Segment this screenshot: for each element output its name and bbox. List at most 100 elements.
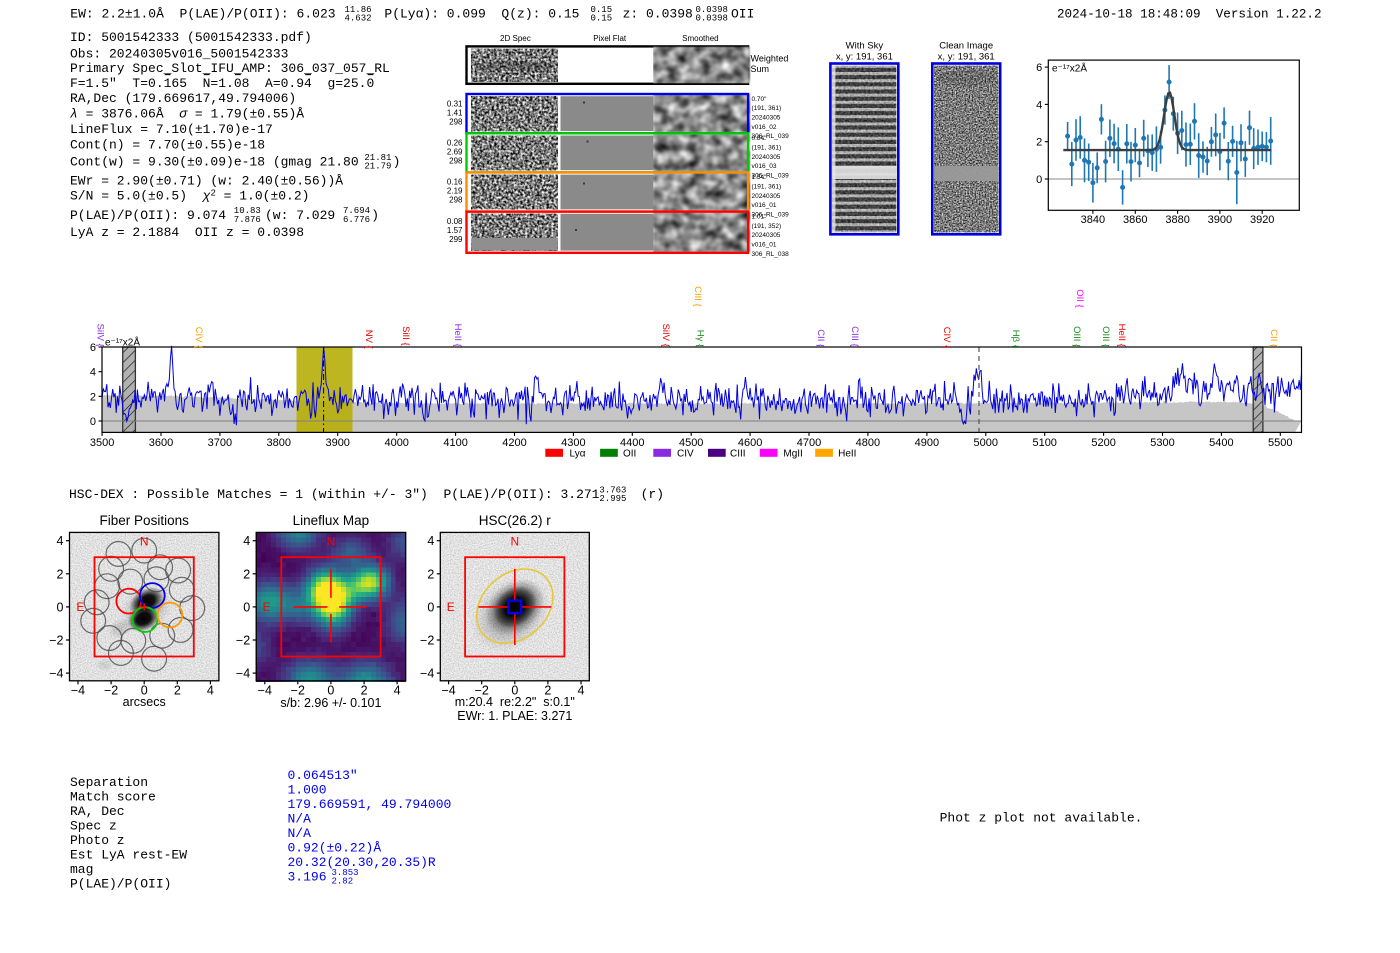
svg-text:Separation: Separation xyxy=(70,775,148,790)
svg-text:P(Lyα): 0.099 Q(z): 0.15: P(Lyα): 0.099 Q(z): 0.15 xyxy=(384,7,579,22)
svg-text:4900: 4900 xyxy=(915,437,939,449)
svg-text:SiIV {: SiIV { xyxy=(660,324,671,347)
svg-text:CIV {: CIV { xyxy=(941,327,952,349)
svg-text:4600: 4600 xyxy=(738,437,762,449)
svg-text:2: 2 xyxy=(57,567,64,581)
svg-text:0: 0 xyxy=(243,600,250,614)
svg-text:4100: 4100 xyxy=(443,437,467,449)
svg-text:EWr: 1. PLAE: 3.271: EWr: 1. PLAE: 3.271 xyxy=(457,709,572,723)
svg-text:0: 0 xyxy=(1036,174,1042,186)
svg-text:4: 4 xyxy=(578,683,585,697)
svg-text:5200: 5200 xyxy=(1091,437,1115,449)
svg-text:−2: −2 xyxy=(104,683,118,697)
svg-text:−4: −4 xyxy=(49,667,63,681)
svg-text:7.876: 7.876 xyxy=(234,215,261,225)
svg-text:v016_01: v016_01 xyxy=(752,241,777,248)
svg-text:0: 0 xyxy=(57,600,64,614)
svg-text:298: 298 xyxy=(449,196,463,205)
svg-text:OII: OII xyxy=(623,449,636,460)
svg-text:2.69: 2.69 xyxy=(447,148,463,157)
svg-text:N/A: N/A xyxy=(288,812,312,827)
svg-text:z: 0.0398: z: 0.0398 xyxy=(623,7,693,22)
svg-text:x, y: 191, 361: x, y: 191, 361 xyxy=(836,52,893,63)
svg-text:−4: −4 xyxy=(71,683,85,697)
svg-text:Lineflux Map: Lineflux Map xyxy=(293,513,370,528)
svg-text:0.16: 0.16 xyxy=(447,178,463,187)
svg-text:4.632: 4.632 xyxy=(345,14,372,24)
svg-text:Smoothed: Smoothed xyxy=(682,34,718,43)
svg-text:3900: 3900 xyxy=(1208,214,1232,226)
svg-text:2: 2 xyxy=(427,567,434,581)
svg-text:0.84": 0.84" xyxy=(752,135,768,142)
svg-text:m:20.4 re:2.2" s:0.1": m:20.4 re:2.2" s:0.1" xyxy=(455,695,575,709)
svg-text:20240305: 20240305 xyxy=(752,193,781,200)
svg-text:Cont(w) = 9.30(±0.09)e-18 (gma: Cont(w) = 9.30(±0.09)e-18 (gmag 21.80 xyxy=(70,154,359,169)
svg-text:CII {: CII { xyxy=(1268,329,1279,347)
svg-text:20240305: 20240305 xyxy=(752,154,781,161)
svg-text:4200: 4200 xyxy=(502,437,526,449)
svg-text:0.15: 0.15 xyxy=(591,14,613,24)
svg-text:6: 6 xyxy=(1036,62,1042,74)
svg-text:ID: 5001542333 (5001542333.pdf: ID: 5001542333 (5001542333.pdf) xyxy=(70,30,312,45)
svg-text:5400: 5400 xyxy=(1209,437,1233,449)
svg-text:1.01": 1.01" xyxy=(752,213,768,220)
svg-text:3900: 3900 xyxy=(325,437,349,449)
svg-text:E: E xyxy=(76,600,84,614)
svg-text:NV {: NV { xyxy=(363,330,374,349)
svg-text:2.995: 2.995 xyxy=(599,494,626,504)
svg-text:3600: 3600 xyxy=(149,437,173,449)
svg-text:3700: 3700 xyxy=(208,437,232,449)
svg-text:MgII: MgII xyxy=(783,449,802,460)
svg-text:3920: 3920 xyxy=(1250,214,1274,226)
svg-text:OII: OII xyxy=(731,7,754,22)
svg-text:x, y: 191, 361: x, y: 191, 361 xyxy=(938,52,995,63)
svg-text:5300: 5300 xyxy=(1150,437,1174,449)
svg-text:λ = 3876.06Å σ = 1.79(±0.55)Å: λ = 3876.06Å σ = 1.79(±0.55)Å xyxy=(70,107,304,122)
svg-text:N: N xyxy=(510,535,519,549)
svg-text:Spec z: Spec z xyxy=(70,819,117,834)
svg-text:(191, 361): (191, 361) xyxy=(752,145,782,152)
svg-text:v016_03: v016_03 xyxy=(752,163,777,170)
svg-text:0.92(±0.22)Å: 0.92(±0.22)Å xyxy=(288,841,382,856)
svg-text:N: N xyxy=(327,535,336,549)
svg-text:HSC(26.2) r: HSC(26.2) r xyxy=(479,513,552,528)
svg-text:CIII: CIII xyxy=(730,449,746,460)
svg-text:Phot z plot not available.: Phot z plot not available. xyxy=(940,810,1143,825)
svg-text:3840: 3840 xyxy=(1081,214,1105,226)
svg-text:E: E xyxy=(447,600,455,614)
svg-text:0.064513": 0.064513" xyxy=(288,768,358,783)
svg-text:With Sky: With Sky xyxy=(846,41,884,52)
svg-text:(r): (r) xyxy=(641,487,664,502)
svg-text:EW: 2.2±1.0Å P(LAE)/P(OII): 6: EW: 2.2±1.0Å P(LAE)/P(OII): 6.023 xyxy=(70,7,335,22)
svg-text:2: 2 xyxy=(243,567,250,581)
svg-text:1.54": 1.54" xyxy=(752,174,768,181)
svg-text:v016_01: v016_01 xyxy=(752,202,777,209)
svg-text:): ) xyxy=(393,154,401,169)
svg-text:−2: −2 xyxy=(49,634,63,648)
svg-text:CIV {: CIV { xyxy=(193,327,204,349)
svg-text:0.31: 0.31 xyxy=(447,99,463,108)
svg-text:4800: 4800 xyxy=(856,437,880,449)
svg-text:HeII {: HeII { xyxy=(1116,324,1127,347)
svg-text:P(LAE)/P(OII): 9.074: P(LAE)/P(OII): 9.074 xyxy=(70,208,226,223)
svg-text:3500: 3500 xyxy=(90,437,114,449)
svg-text:Pixel Flat: Pixel Flat xyxy=(593,34,627,43)
svg-text:mag: mag xyxy=(70,862,93,877)
svg-text:CII {: CII { xyxy=(815,329,826,347)
svg-text:1.41: 1.41 xyxy=(447,108,463,117)
svg-text:CIV: CIV xyxy=(677,449,694,460)
svg-text:OIII {: OIII { xyxy=(1071,326,1082,347)
svg-text:5100: 5100 xyxy=(1032,437,1056,449)
svg-text:Photo z: Photo z xyxy=(70,833,125,848)
svg-text:−2: −2 xyxy=(420,634,434,648)
svg-text:s/b: 2.96 +/- 0.101: s/b: 2.96 +/- 0.101 xyxy=(280,696,381,710)
svg-text:Primary Spec_Slot_IFU_AMP: 306: Primary Spec_Slot_IFU_AMP: 306_037_057_R… xyxy=(70,61,390,76)
svg-text:−2: −2 xyxy=(236,634,250,648)
svg-text:4: 4 xyxy=(243,534,250,548)
svg-text:RA,Dec (179.669617,49.794006): RA,Dec (179.669617,49.794006) xyxy=(70,91,296,106)
svg-text:0.08: 0.08 xyxy=(447,217,463,226)
svg-text:0: 0 xyxy=(427,600,434,614)
svg-text:3880: 3880 xyxy=(1165,214,1189,226)
svg-text:4: 4 xyxy=(207,683,214,697)
svg-text:−4: −4 xyxy=(420,667,434,681)
